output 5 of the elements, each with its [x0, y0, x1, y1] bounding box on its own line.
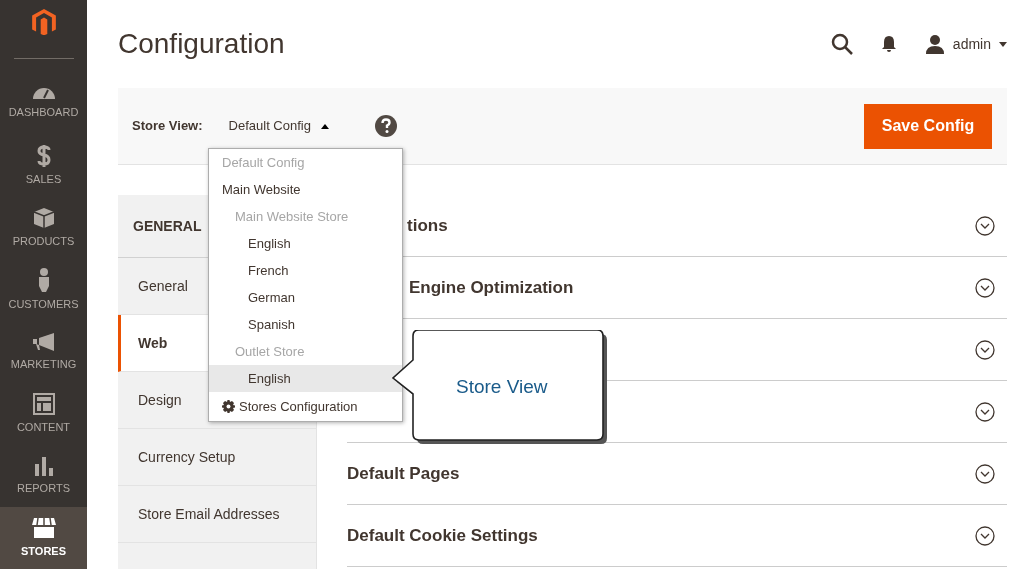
menu-group-label: Outlet Store — [234, 342, 306, 361]
menu-group-label: Default Config — [221, 153, 306, 172]
callout-text: Store View — [456, 375, 548, 399]
store-view-label: Store View: — [132, 117, 203, 136]
page-title: Configuration — [118, 27, 285, 61]
